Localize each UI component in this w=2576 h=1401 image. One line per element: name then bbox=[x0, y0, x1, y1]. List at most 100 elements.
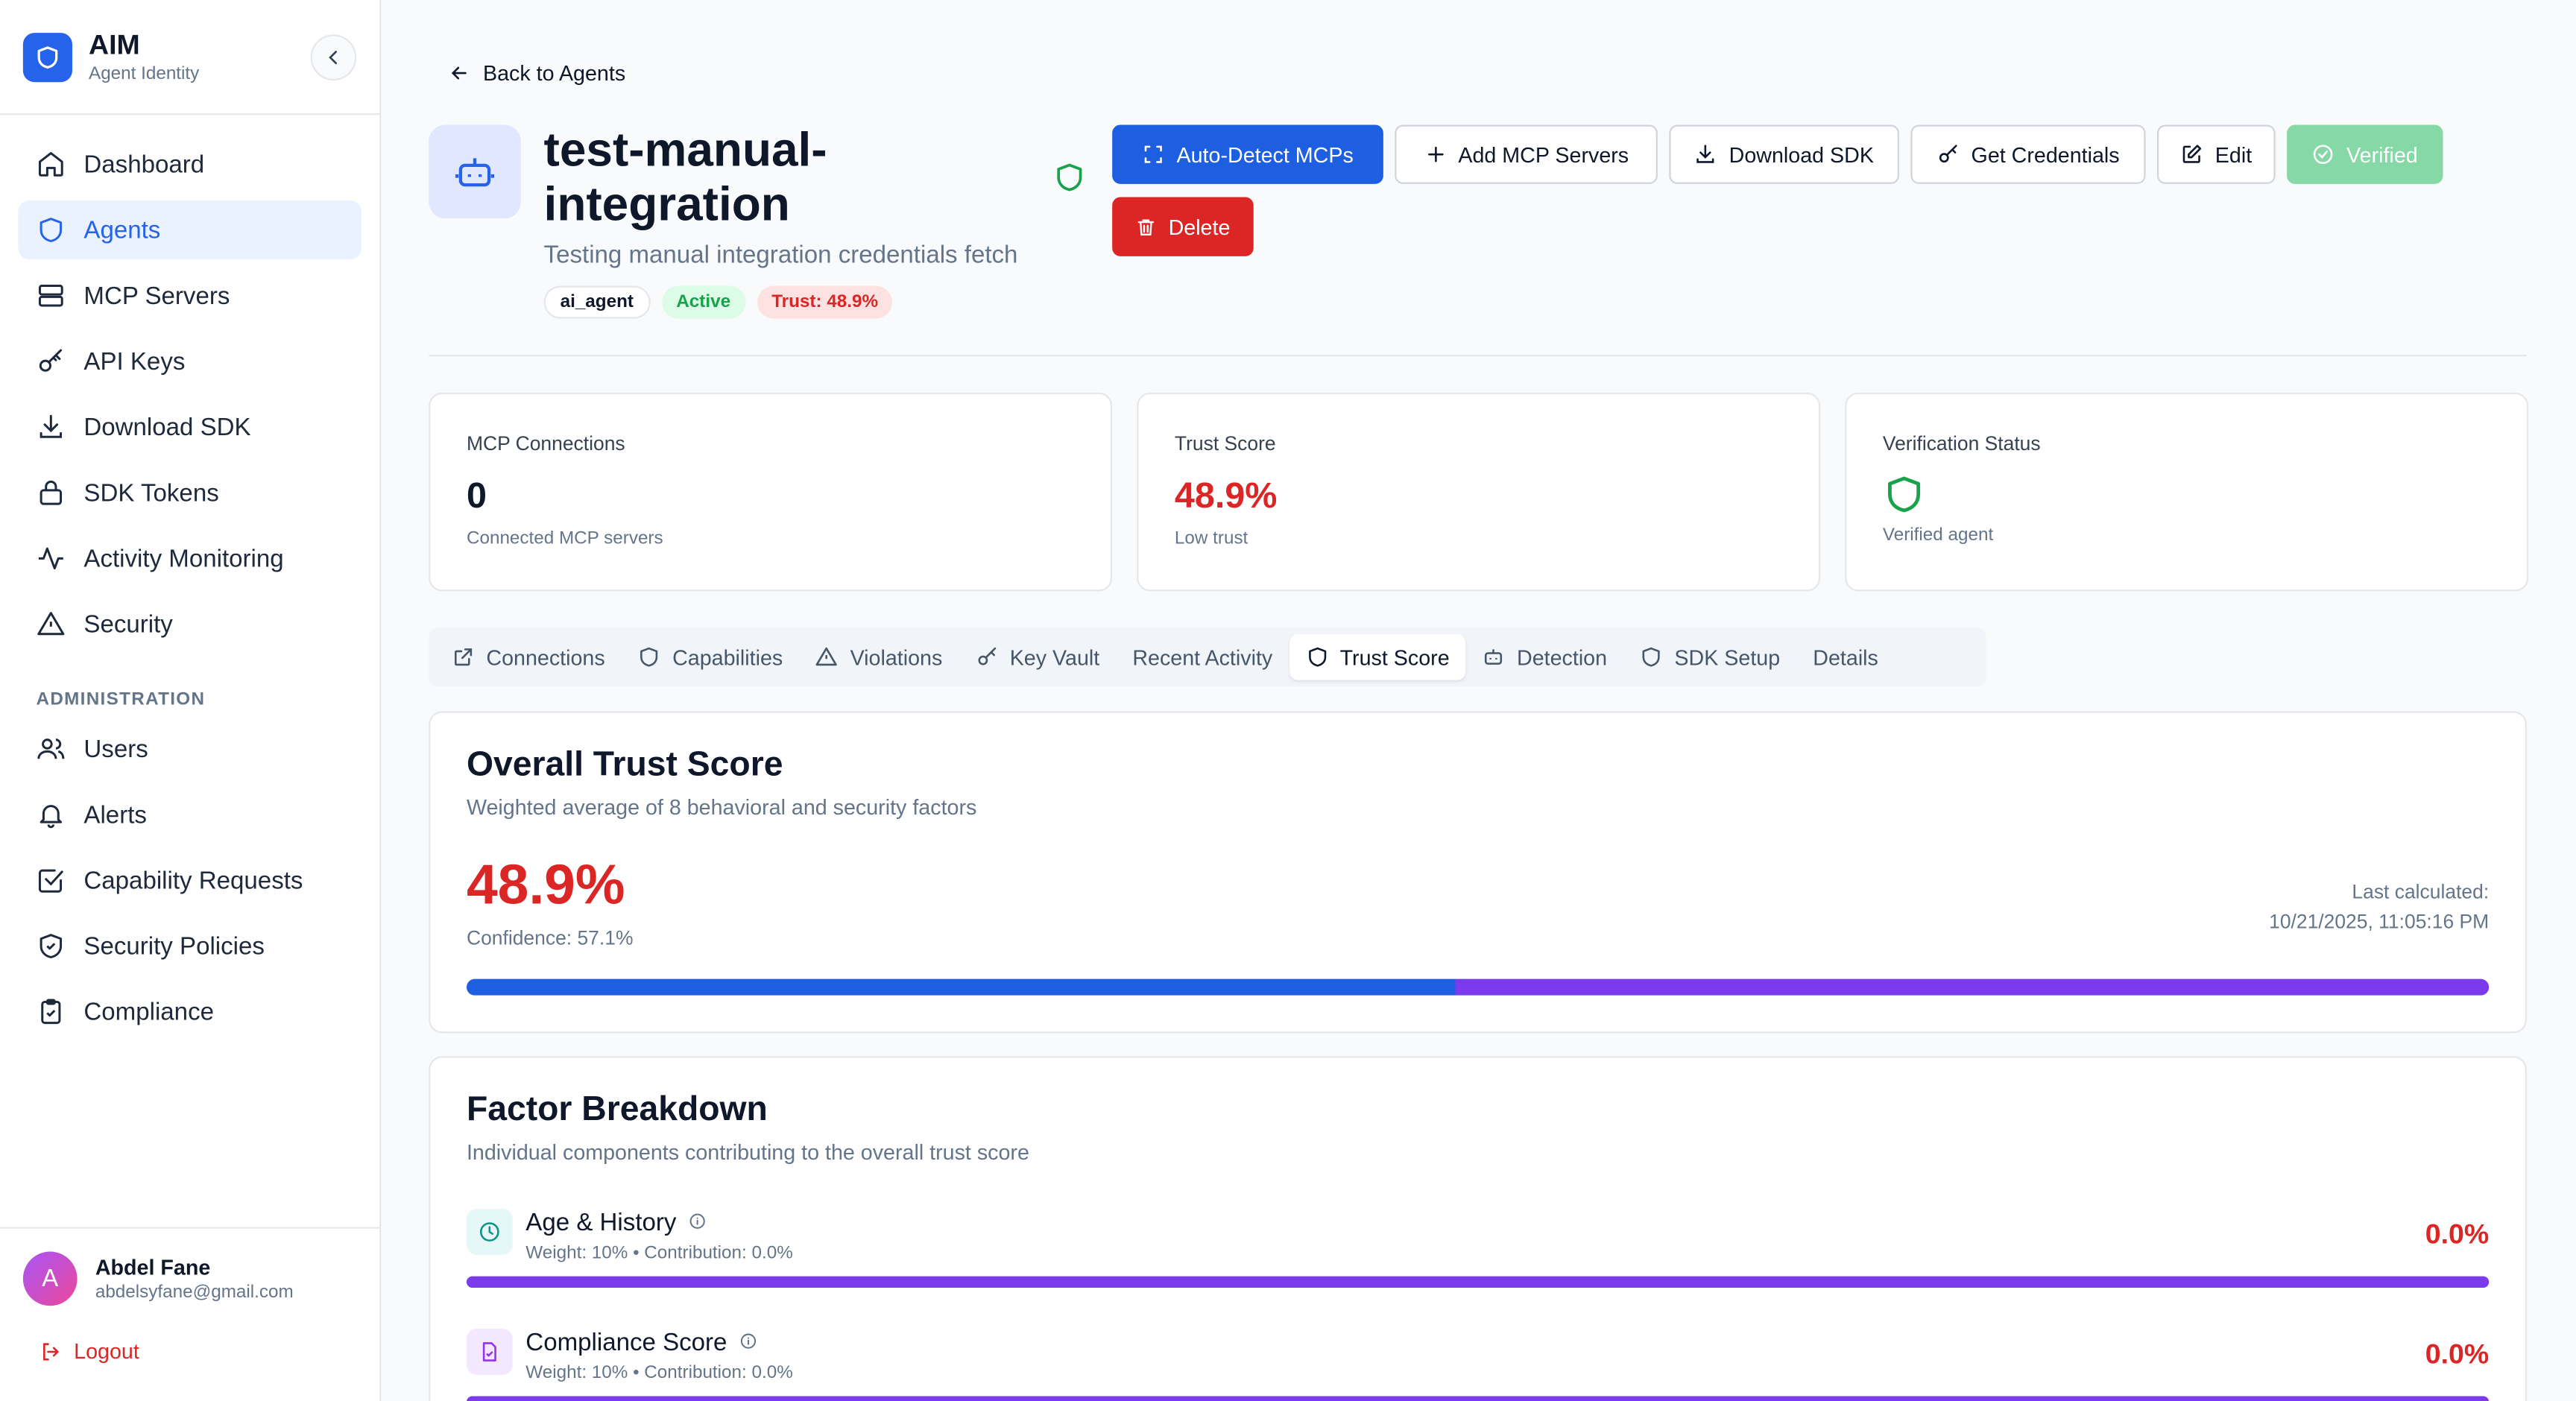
brand-shield-icon bbox=[22, 31, 72, 82]
card-title: Factor Breakdown bbox=[466, 1090, 768, 1129]
sidebar-item-capability-requests[interactable]: Capability Requests bbox=[18, 851, 362, 910]
logout-button[interactable]: Logout bbox=[23, 1338, 356, 1363]
info-icon[interactable] bbox=[688, 1209, 706, 1236]
lock-icon bbox=[36, 478, 66, 507]
tab-label: Connections bbox=[486, 645, 605, 670]
admin-section-heading: ADMINISTRATION bbox=[36, 689, 206, 710]
back-label: Back to Agents bbox=[483, 60, 626, 86]
factor-row: Compliance Score Weight: 10% • Contribut… bbox=[466, 1329, 2490, 1401]
factor-meta: Weight: 10% • Contribution: 0.0% bbox=[525, 1243, 793, 1263]
check-square-icon bbox=[36, 866, 66, 896]
stat-sub: Low trust bbox=[1174, 528, 1248, 549]
key-icon bbox=[36, 347, 66, 376]
sidebar: AIM Agent Identity Dashboard Agents MCP … bbox=[0, 0, 382, 1401]
download-sdk-label: Download SDK bbox=[1729, 142, 1874, 167]
back-to-agents-link[interactable]: Back to Agents bbox=[449, 61, 625, 86]
sidebar-item-security[interactable]: Security bbox=[18, 595, 362, 654]
factor-value: 0.0% bbox=[2425, 1218, 2490, 1250]
sidebar-item-label: Security Policies bbox=[83, 932, 265, 961]
sidebar-item-api-keys[interactable]: API Keys bbox=[18, 332, 362, 390]
sidebar-item-alerts[interactable]: Alerts bbox=[18, 785, 362, 844]
download-sdk-button[interactable]: Download SDK bbox=[1669, 124, 1899, 184]
alert-triangle-icon bbox=[816, 647, 838, 666]
bell-icon bbox=[36, 800, 66, 829]
sidebar-item-mcp-servers[interactable]: MCP Servers bbox=[18, 266, 362, 325]
sidebar-item-label: Security bbox=[83, 610, 173, 639]
download-icon bbox=[1697, 145, 1715, 163]
factor-breakdown-card: Factor Breakdown Individual components c… bbox=[429, 1056, 2527, 1401]
key-icon bbox=[1939, 145, 1957, 163]
tab-label: SDK Setup bbox=[1674, 645, 1781, 670]
type-badge: ai_agent bbox=[543, 285, 651, 319]
factor-row: Age & History Weight: 10% • Contribution… bbox=[466, 1209, 2490, 1307]
sidebar-item-users[interactable]: Users bbox=[18, 719, 362, 778]
tab-recent-activity[interactable]: Recent Activity bbox=[1116, 634, 1289, 680]
header-divider bbox=[429, 355, 2527, 357]
sidebar-item-download-sdk[interactable]: Download SDK bbox=[18, 397, 362, 456]
tab-trust-score[interactable]: Trust Score bbox=[1289, 633, 1466, 680]
info-icon[interactable] bbox=[739, 1329, 757, 1356]
get-credentials-button[interactable]: Get Credentials bbox=[1910, 124, 2146, 184]
tab-sdk-setup[interactable]: SDK Setup bbox=[1623, 634, 1796, 680]
verified-shield-icon bbox=[1883, 472, 2491, 518]
stat-value: 0 bbox=[466, 474, 487, 516]
sidebar-item-label: Activity Monitoring bbox=[83, 544, 284, 573]
last-calculated-label: Last calculated: bbox=[2352, 880, 2490, 904]
sidebar-item-sdk-tokens[interactable]: SDK Tokens bbox=[18, 464, 362, 522]
plus-icon bbox=[1427, 146, 1443, 162]
card-title: Overall Trust Score bbox=[466, 745, 783, 784]
sidebar-item-activity-monitoring[interactable]: Activity Monitoring bbox=[18, 529, 362, 588]
tab-label: Details bbox=[1813, 645, 1878, 670]
sidebar-item-security-policies[interactable]: Security Policies bbox=[18, 917, 362, 975]
status-badge: Active bbox=[661, 285, 745, 319]
verified-button[interactable]: Verified bbox=[2287, 124, 2443, 184]
stat-sub: Verified agent bbox=[1882, 525, 1994, 545]
verified-label: Verified bbox=[2346, 142, 2418, 167]
mcp-connections-card: MCP Connections 0 Connected MCP servers bbox=[429, 392, 1113, 592]
shield-icon bbox=[36, 215, 66, 245]
overall-score: 48.9% bbox=[466, 854, 625, 917]
arrow-left-icon bbox=[451, 66, 467, 80]
avatar[interactable]: A bbox=[22, 1251, 78, 1306]
auto-detect-mcps-button[interactable]: Auto-Detect MCPs bbox=[1112, 124, 1383, 184]
chevron-left-icon bbox=[329, 51, 338, 65]
tab-label: Violations bbox=[850, 645, 943, 670]
overall-trust-score-card: Overall Trust Score Weighted average of … bbox=[429, 711, 2527, 1034]
tab-detection[interactable]: Detection bbox=[1466, 634, 1623, 680]
factor-bar bbox=[466, 1276, 2490, 1288]
tab-key-vault[interactable]: Key Vault bbox=[959, 634, 1116, 680]
tab-capabilities[interactable]: Capabilities bbox=[622, 634, 799, 680]
activity-icon bbox=[36, 544, 66, 574]
brand-title: AIM bbox=[89, 28, 140, 60]
sidebar-item-dashboard[interactable]: Dashboard bbox=[18, 135, 362, 194]
sidebar-item-agents[interactable]: Agents bbox=[18, 200, 362, 260]
detail-tabs: Connections Capabilities Violations Key … bbox=[429, 627, 1986, 687]
tab-violations[interactable]: Violations bbox=[799, 634, 959, 680]
stat-label: Verification Status bbox=[1882, 431, 2041, 455]
stat-sub: Connected MCP servers bbox=[466, 528, 663, 549]
auto-detect-label: Auto-Detect MCPs bbox=[1176, 142, 1354, 167]
users-icon bbox=[36, 734, 66, 764]
user-name: Abdel Fane bbox=[95, 1254, 211, 1280]
tab-connections[interactable]: Connections bbox=[435, 634, 622, 680]
tab-label: Key Vault bbox=[1009, 645, 1100, 670]
verified-shield-icon bbox=[1053, 159, 1086, 204]
delete-button[interactable]: Delete bbox=[1112, 197, 1254, 256]
sidebar-item-compliance[interactable]: Compliance bbox=[18, 982, 362, 1041]
confidence: Confidence: 57.1% bbox=[466, 926, 634, 949]
factor-name-text: Age & History bbox=[525, 1209, 677, 1237]
add-mcp-servers-button[interactable]: Add MCP Servers bbox=[1395, 124, 1658, 184]
factor-value: 0.0% bbox=[2425, 1338, 2490, 1370]
factor-name: Age & History bbox=[525, 1209, 706, 1237]
sidebar-item-label: Dashboard bbox=[83, 150, 205, 179]
edit-button[interactable]: Edit bbox=[2156, 124, 2276, 184]
bot-icon bbox=[1485, 649, 1503, 665]
user-profile: A Abdel Fane abdelsyfane@gmail.com Logou… bbox=[0, 1227, 380, 1401]
tab-details[interactable]: Details bbox=[1796, 634, 1895, 680]
clipboard-check-icon bbox=[36, 997, 66, 1027]
sidebar-item-label: Download SDK bbox=[83, 413, 251, 441]
collapse-sidebar-button[interactable] bbox=[310, 34, 357, 81]
factor-name: Compliance Score bbox=[525, 1329, 757, 1357]
get-credentials-label: Get Credentials bbox=[1971, 142, 2120, 167]
agent-description: Testing manual integration credentials f… bbox=[543, 241, 1018, 270]
